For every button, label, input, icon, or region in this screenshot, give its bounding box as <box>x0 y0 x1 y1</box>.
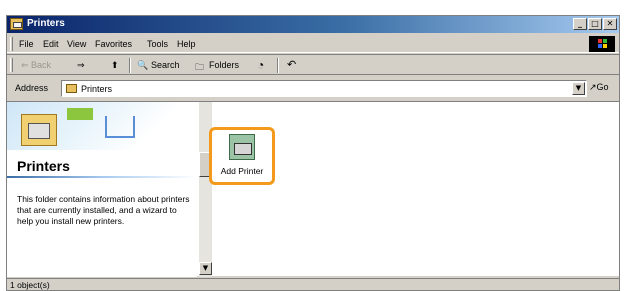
address-field[interactable]: Printers ▼ <box>61 80 587 97</box>
search-icon: 🔍 <box>137 60 149 70</box>
menu-grip[interactable] <box>10 37 13 51</box>
menu-edit[interactable]: Edit <box>43 39 59 49</box>
title-bar[interactable]: Printers _ □ ✕ <box>7 16 619 33</box>
add-printer-item[interactable]: Add Printer <box>209 127 275 185</box>
toolbar: ⇐ Back ⇒ ⬆ 🔍 Search 🗀 Folders ◔ ↶ <box>7 54 619 75</box>
address-label: Address <box>15 83 49 93</box>
undo-button[interactable]: ↶ <box>287 58 296 71</box>
minimize-button[interactable]: _ <box>573 18 587 30</box>
printers-folder-icon <box>10 18 23 30</box>
status-bar: 1 object(s) <box>7 278 619 290</box>
printers-folder-icon <box>66 84 77 93</box>
add-printer-icon[interactable] <box>229 134 255 160</box>
history-button[interactable]: ◔ <box>257 58 264 72</box>
content-area: Printers This folder contains informatio… <box>7 101 619 277</box>
banner-decoration <box>67 108 93 120</box>
window-title: Printers <box>27 18 65 29</box>
menu-favorites[interactable]: Favorites <box>95 39 132 49</box>
folders-button[interactable]: Folders <box>209 60 239 70</box>
toolbar-separator <box>129 58 131 73</box>
address-dropdown-icon[interactable]: ▼ <box>572 82 585 95</box>
menu-file[interactable]: File <box>19 39 34 49</box>
menu-help[interactable]: Help <box>177 39 196 49</box>
explorer-window: Printers _ □ ✕ File Edit View Favorites … <box>6 15 620 291</box>
status-text: 1 object(s) <box>10 280 50 290</box>
go-button[interactable]: ↗Go <box>589 82 609 93</box>
toolbar-separator <box>277 58 279 73</box>
close-button[interactable]: ✕ <box>603 18 617 30</box>
pane-banner <box>7 102 197 150</box>
add-printer-label[interactable]: Add Printer <box>212 166 272 176</box>
printers-folder-large-icon <box>21 114 57 146</box>
banner-decoration <box>105 116 135 138</box>
windows-logo-icon <box>589 36 615 52</box>
menu-tools[interactable]: Tools <box>147 39 168 49</box>
address-bar: Address Printers ▼ ↗Go <box>7 77 619 99</box>
pane-title: Printers <box>17 158 70 174</box>
maximize-button[interactable]: □ <box>588 18 602 30</box>
toolbar-grip[interactable] <box>10 58 13 72</box>
forward-button[interactable]: ⇒ <box>77 60 85 71</box>
search-button[interactable]: Search <box>151 60 180 70</box>
menu-bar: File Edit View Favorites Tools Help <box>7 35 619 53</box>
folders-icon: 🗀 <box>195 62 205 72</box>
scroll-down-icon[interactable]: ▼ <box>199 262 212 275</box>
menu-view[interactable]: View <box>67 39 86 49</box>
up-folder-button[interactable]: ⬆ <box>111 60 119 71</box>
pane-description: This folder contains information about p… <box>17 194 190 226</box>
address-value[interactable]: Printers <box>81 84 112 94</box>
left-pane: Printers This folder contains informatio… <box>7 102 197 277</box>
back-button[interactable]: ⇐ Back <box>21 60 51 71</box>
pane-divider <box>7 176 197 178</box>
